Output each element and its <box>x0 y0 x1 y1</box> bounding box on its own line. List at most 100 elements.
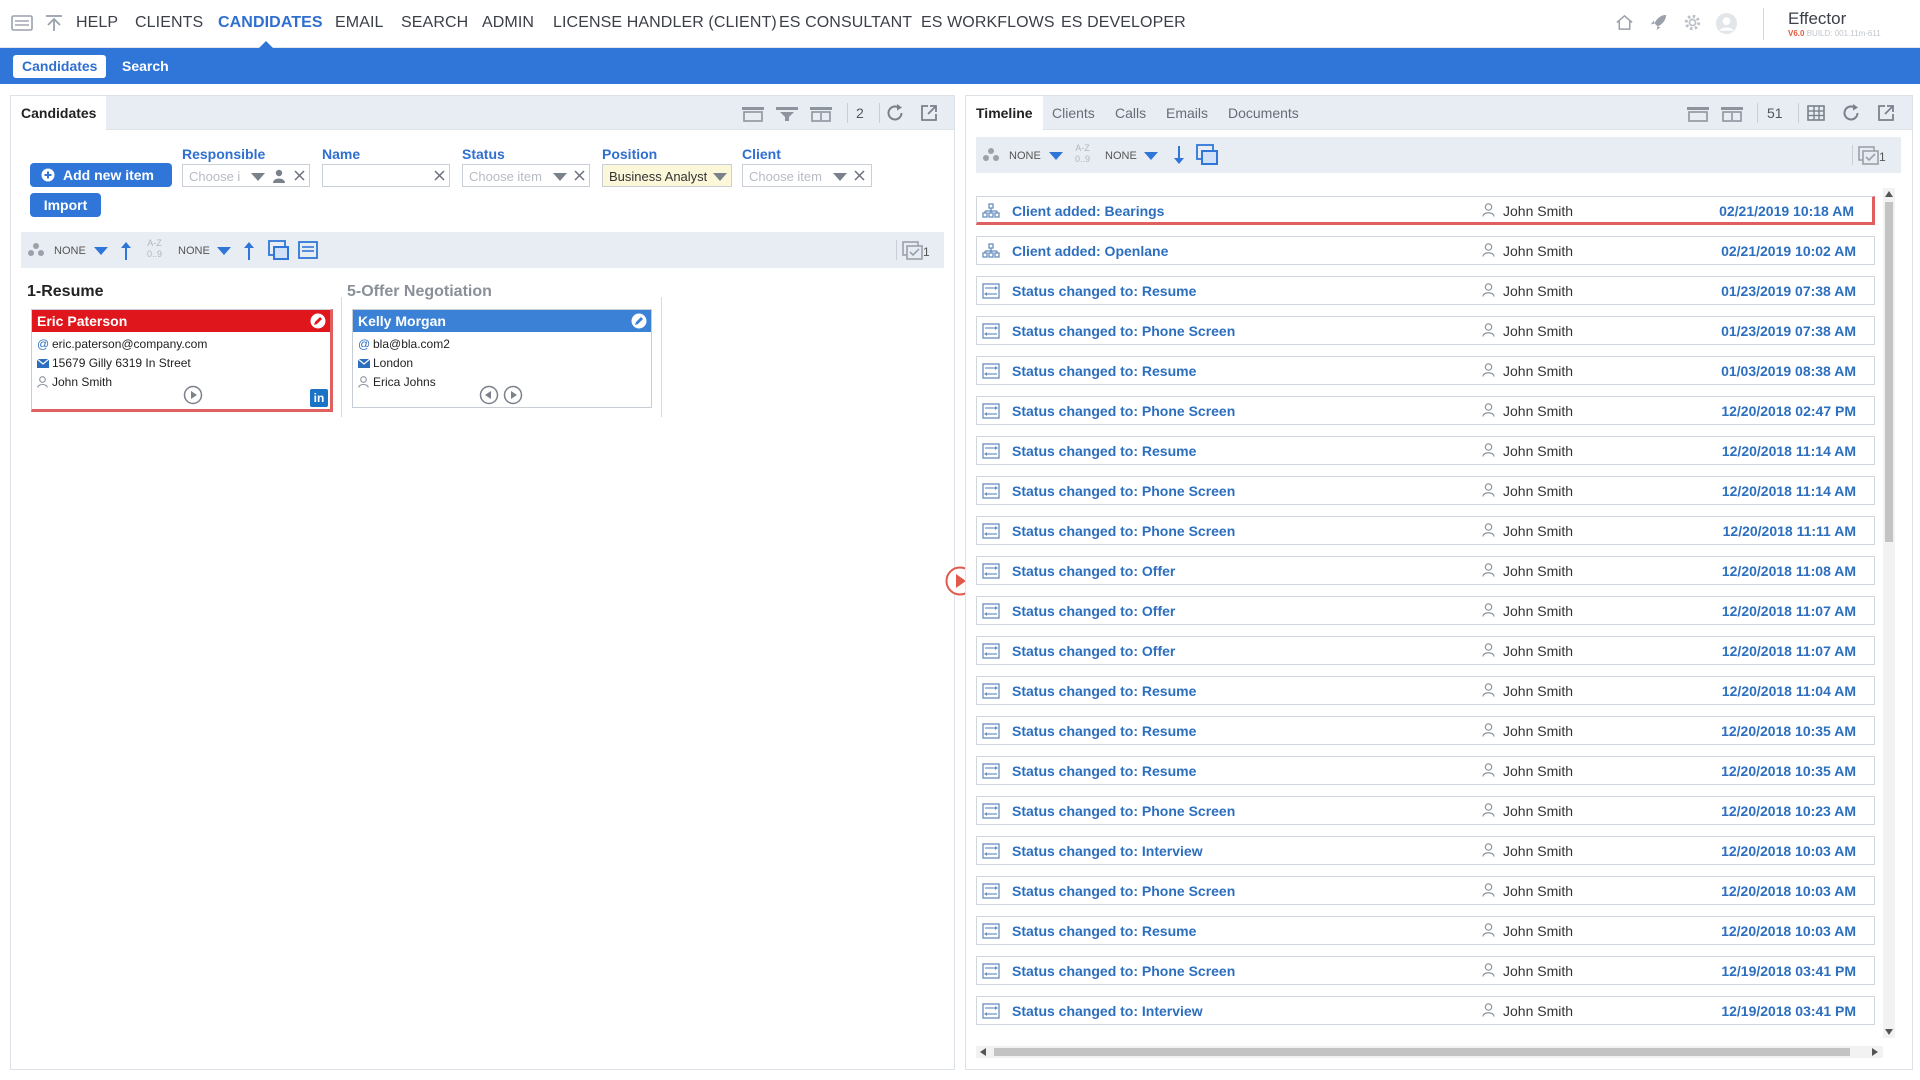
timeline-event-title[interactable]: Status changed to: Phone Screen <box>1012 963 1235 979</box>
timeline-event-title[interactable]: Status changed to: Phone Screen <box>1012 523 1235 539</box>
collapse-arrow-icon[interactable] <box>1686 104 1710 122</box>
gear-icon[interactable] <box>1683 13 1702 32</box>
timeline-event-title[interactable]: Status changed to: Phone Screen <box>1012 323 1235 339</box>
edit-icon[interactable] <box>310 313 326 329</box>
timeline-row[interactable]: Status changed to: Phone Screen John Smit… <box>976 956 1875 985</box>
timeline-row[interactable]: Status changed to: Resume John Smith 12/20… <box>976 716 1875 745</box>
chevron-down-icon[interactable] <box>94 247 108 255</box>
group-by-icon[interactable] <box>27 242 45 258</box>
edit-icon[interactable] <box>631 313 647 329</box>
timeline-row[interactable]: Status changed to: Resume John Smith 01/03… <box>976 356 1875 385</box>
group-by-value[interactable]: NONE <box>1009 150 1041 162</box>
chevron-down-icon[interactable] <box>1144 152 1158 160</box>
tab-clients[interactable]: Clients <box>1042 96 1105 130</box>
scrollbar-thumb[interactable] <box>1885 202 1893 542</box>
refresh-icon[interactable] <box>885 103 905 123</box>
nav-license-handler[interactable]: LICENSE HANDLER (CLIENT) <box>553 14 777 32</box>
timeline-row[interactable]: Status changed to: Offer John Smith 12/20/… <box>976 596 1875 625</box>
play-circle-icon[interactable] <box>503 385 523 405</box>
cards-view-icon[interactable] <box>268 240 290 262</box>
timeline-row[interactable]: Status changed to: Phone Screen John Smit… <box>976 796 1875 825</box>
play-back-icon[interactable] <box>479 385 499 405</box>
arrow-down-icon[interactable] <box>1174 146 1184 164</box>
nav-es-consultant[interactable]: ES CONSULTANT <box>779 14 912 32</box>
list-view-icon[interactable] <box>298 241 318 259</box>
tab-documents[interactable]: Documents <box>1218 96 1309 130</box>
timeline-row[interactable]: Status changed to: Offer John Smith 12/20/… <box>976 636 1875 665</box>
nav-es-workflows[interactable]: ES WORKFLOWS <box>921 14 1055 32</box>
chevron-down-icon[interactable] <box>1049 152 1063 160</box>
tab-calls[interactable]: Calls <box>1105 96 1156 130</box>
candidate-card[interactable]: Kelly Morgan @ bla@bla.com2 London Erica … <box>352 309 652 408</box>
timeline-event-title[interactable]: Status changed to: Resume <box>1012 443 1196 459</box>
import-button[interactable]: Import <box>30 193 101 217</box>
chevron-down-icon[interactable] <box>217 247 231 255</box>
timeline-event-title[interactable]: Status changed to: Resume <box>1012 723 1196 739</box>
play-circle-icon[interactable] <box>183 385 203 405</box>
candidate-name[interactable]: Eric Paterson <box>32 310 330 332</box>
timeline-event-title[interactable]: Client added: Openlane <box>1012 243 1168 259</box>
timeline-event-title[interactable]: Status changed to: Resume <box>1012 923 1196 939</box>
timeline-row[interactable]: Status changed to: Resume John Smith 12/20… <box>976 756 1875 785</box>
timeline-event-title[interactable]: Status changed to: Resume <box>1012 763 1196 779</box>
timeline-row[interactable]: Status changed to: Resume John Smith 12/20… <box>976 676 1875 705</box>
subtab-candidates[interactable]: Candidates <box>13 55 107 78</box>
timeline-row[interactable]: Status changed to: Phone Screen John Smit… <box>976 396 1875 425</box>
timeline-row[interactable]: Client added: Openlane John Smith 02/21/20… <box>976 236 1875 265</box>
external-link-icon[interactable] <box>1876 103 1896 123</box>
scroll-up-icon[interactable] <box>1885 190 1893 198</box>
tab-timeline[interactable]: Timeline <box>966 96 1043 131</box>
scrollbar-thumb[interactable] <box>994 1048 1850 1056</box>
clear-icon[interactable] <box>294 170 305 181</box>
candidate-card[interactable]: Eric Paterson @ eric.paterson@company.com… <box>31 309 333 412</box>
clear-icon[interactable] <box>434 170 445 181</box>
timeline-event-title[interactable]: Status changed to: Resume <box>1012 283 1196 299</box>
nav-candidates[interactable]: CANDIDATES <box>218 14 323 32</box>
timeline-event-title[interactable]: Status changed to: Offer <box>1012 563 1175 579</box>
menu-icon[interactable] <box>11 15 33 31</box>
sort-by-value[interactable]: NONE <box>178 245 210 257</box>
nav-help[interactable]: HELP <box>76 14 118 32</box>
name-filter-input[interactable] <box>322 164 450 187</box>
candidate-name[interactable]: Kelly Morgan <box>353 310 651 332</box>
timeline-event-title[interactable]: Status changed to: Offer <box>1012 603 1175 619</box>
scroll-right-icon[interactable] <box>1871 1048 1879 1056</box>
nav-clients[interactable]: CLIENTS <box>135 14 203 32</box>
nav-admin[interactable]: ADMIN <box>482 14 534 32</box>
collapse-arrow-icon[interactable] <box>741 104 765 122</box>
timeline-event-title[interactable]: Status changed to: Interview <box>1012 843 1203 859</box>
scroll-down-icon[interactable] <box>1885 1028 1893 1036</box>
tab-candidates[interactable]: Candidates <box>11 96 107 131</box>
timeline-event-title[interactable]: Client added: Bearings <box>1012 203 1164 219</box>
cards-view-icon[interactable] <box>1196 144 1220 166</box>
timeline-row[interactable]: Status changed to: Phone Screen John Smit… <box>976 476 1875 505</box>
timeline-event-title[interactable]: Status changed to: Phone Screen <box>1012 803 1235 819</box>
upload-icon[interactable] <box>44 14 64 32</box>
group-by-value[interactable]: NONE <box>54 245 86 257</box>
timeline-row[interactable]: Status changed to: Offer John Smith 12/20/… <box>976 556 1875 585</box>
timeline-row[interactable]: Status changed to: Interview John Smith 12… <box>976 996 1875 1025</box>
add-new-item-button[interactable]: Add new item <box>30 163 172 187</box>
group-by-icon[interactable] <box>982 147 1000 163</box>
timeline-row[interactable]: Status changed to: Resume John Smith 12/20… <box>976 916 1875 945</box>
refresh-icon[interactable] <box>1841 103 1861 123</box>
nav-es-developer[interactable]: ES DEVELOPER <box>1061 14 1186 32</box>
timeline-row[interactable]: Status changed to: Interview John Smith 12… <box>976 836 1875 865</box>
rocket-icon[interactable] <box>1649 13 1668 32</box>
timeline-row[interactable]: Status changed to: Resume John Smith 12/20… <box>976 436 1875 465</box>
selection-count-icon[interactable] <box>902 241 924 261</box>
timeline-row[interactable]: Client added: Bearings John Smith 02/21/20… <box>976 196 1875 225</box>
table-icon[interactable] <box>1807 104 1825 122</box>
client-filter[interactable]: Choose item <box>742 164 872 187</box>
tab-emails[interactable]: Emails <box>1156 96 1218 130</box>
status-filter[interactable]: Choose item <box>462 164 590 187</box>
nav-email[interactable]: EMAIL <box>335 14 384 32</box>
external-link-icon[interactable] <box>919 103 939 123</box>
responsible-filter[interactable]: Choose i <box>182 164 310 187</box>
az-sort-icon[interactable]: A-Z 0..9 <box>147 238 162 260</box>
arrow-up-icon[interactable] <box>244 242 254 260</box>
timeline-event-title[interactable]: Status changed to: Phone Screen <box>1012 483 1235 499</box>
timeline-event-title[interactable]: Status changed to: Resume <box>1012 363 1196 379</box>
clear-icon[interactable] <box>854 170 865 181</box>
position-filter[interactable]: Business Analyst <box>602 164 732 187</box>
